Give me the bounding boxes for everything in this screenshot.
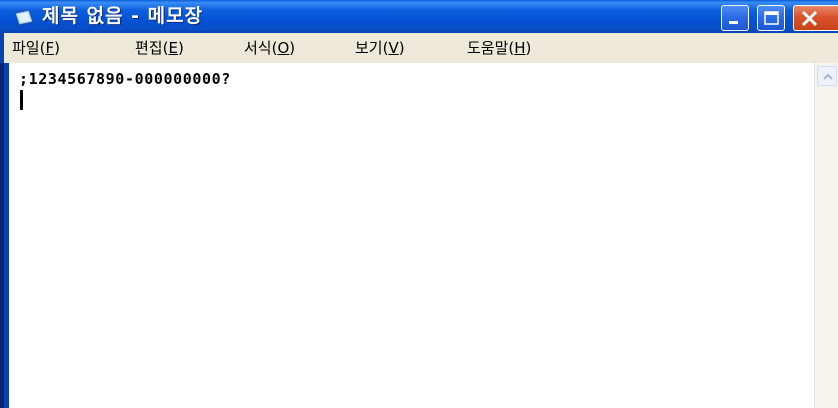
vertical-scrollbar[interactable] [814, 63, 838, 408]
menu-edit[interactable]: 편집(E) [135, 39, 184, 57]
minimize-icon [729, 21, 738, 24]
close-button[interactable] [793, 5, 838, 31]
menu-edit-accel: E [168, 39, 178, 57]
menu-view-suffix: ) [398, 39, 405, 57]
menu-help-suffix: ) [525, 39, 532, 57]
text-editor[interactable]: ;1234567890-000000000? [4, 63, 814, 408]
notepad-window: 제목 없음 - 메모장 파일(F) 편집(E) 서식(O) 보기(V) 도움말(… [0, 0, 838, 408]
menu-view-accel: V [388, 39, 399, 57]
editor-content: ;1234567890-000000000? [19, 70, 231, 88]
menu-help[interactable]: 도움말(H) [467, 39, 531, 57]
menu-format-suffix: ) [289, 39, 296, 57]
notepad-icon[interactable] [14, 9, 34, 26]
scroll-up-arrow-icon [823, 73, 833, 80]
maximize-button[interactable] [757, 5, 785, 31]
window-title: 제목 없음 - 메모장 [42, 5, 204, 27]
menu-view-label: 보기( [355, 39, 389, 57]
menu-help-accel: H [514, 39, 526, 57]
title-bar[interactable]: 제목 없음 - 메모장 [0, 0, 838, 33]
menu-format[interactable]: 서식(O) [244, 39, 295, 57]
text-caret [20, 90, 23, 110]
menu-file[interactable]: 파일(F) [12, 39, 60, 57]
close-icon [801, 10, 818, 27]
menu-bar: 파일(F) 편집(E) 서식(O) 보기(V) 도움말(H) [0, 33, 838, 63]
menu-file-suffix: ) [54, 39, 60, 57]
menu-file-accel: F [45, 39, 55, 57]
menu-help-label: 도움말( [467, 39, 515, 57]
menu-edit-suffix: ) [177, 39, 184, 57]
menu-format-label: 서식( [244, 39, 278, 57]
menu-edit-label: 편집( [135, 39, 169, 57]
minimize-button[interactable] [721, 5, 749, 31]
menu-file-label: 파일( [12, 39, 46, 57]
menu-view[interactable]: 보기(V) [355, 39, 405, 57]
menu-format-accel: O [277, 39, 290, 57]
scroll-up-button[interactable] [817, 66, 837, 86]
maximize-icon [764, 11, 779, 25]
